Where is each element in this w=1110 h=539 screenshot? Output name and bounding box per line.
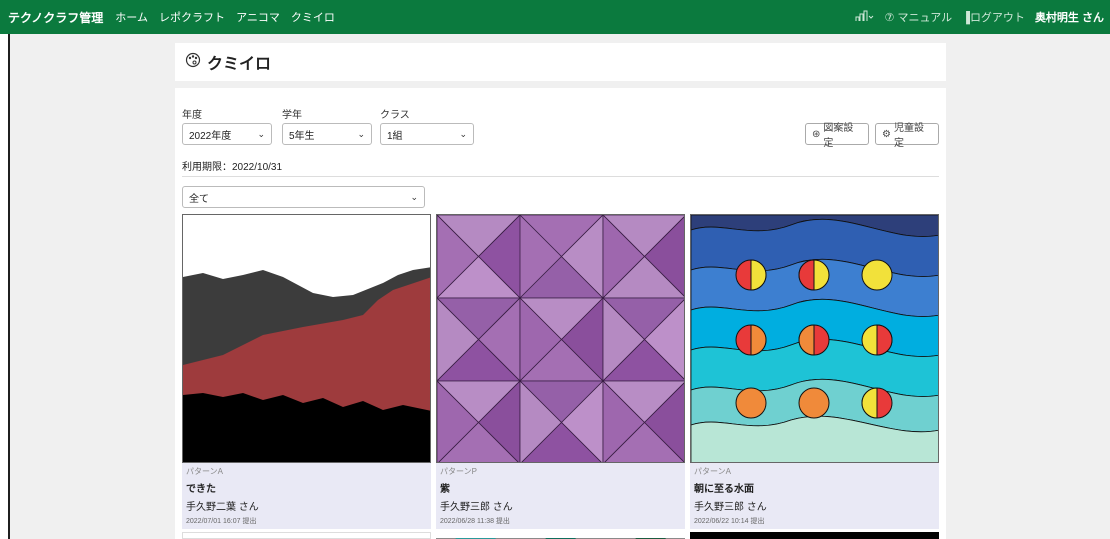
pattern-name: パターンP [440, 467, 477, 476]
work-card-next[interactable] [690, 532, 939, 539]
divider [182, 176, 939, 177]
work-meta: パターンA 朝に至る水面 手久野三郎 さん 2022/06/22 10:14 提… [690, 463, 939, 529]
submit-date: 2022/06/28 11:38 提出 [440, 518, 510, 525]
palette-icon [185, 52, 201, 73]
class-label: クラス [380, 110, 410, 121]
work-author: 手久野二葉 さん [186, 502, 259, 513]
nav-repocraft[interactable]: レポクラフト [159, 12, 225, 24]
gear-icon: ⚙ [882, 128, 891, 140]
work-card[interactable]: パターンA 朝に至る水面 手久野三郎 さん 2022/06/22 10:14 提… [690, 214, 939, 529]
top-navbar: テクノクラフ管理 ホーム レポクラフト アニコマ クミイロ ⑦ マニュアル ▐ロ… [0, 0, 1110, 34]
grade-select[interactable]: 5年生 ⌄ [282, 123, 372, 145]
submit-date: 2022/07/01 16:07 提出 [186, 518, 257, 525]
work-image[interactable] [182, 214, 431, 463]
logout-icon: ▐ [962, 12, 970, 24]
header-right: ⑦ マニュアル ▐ログアウト 奥村明生 さん [855, 0, 1104, 34]
work-card[interactable]: パターンA できた 手久野二葉 さん 2022/07/01 16:07 提出 [182, 214, 431, 529]
filter-select[interactable]: 全て ⌄ [182, 186, 425, 208]
year-select[interactable]: 2022年度 ⌄ [182, 123, 272, 145]
nav-anikoma[interactable]: アニコマ [236, 12, 280, 24]
work-meta: パターンP 紫 手久野三郎 さん 2022/06/28 11:38 提出 [436, 463, 685, 529]
page-title: クミイロ [207, 56, 272, 73]
work-author: 手久野三郎 さん [694, 502, 767, 513]
help-icon: ⑦ [884, 12, 895, 24]
work-card-next[interactable] [436, 532, 685, 539]
submit-date: 2022/06/22 10:14 提出 [694, 518, 765, 525]
work-image[interactable] [436, 214, 685, 463]
student-settings-button[interactable]: ⚙ 児童設定 [875, 123, 939, 149]
pattern-name: パターンA [186, 467, 223, 476]
pattern-name: パターンA [694, 467, 731, 476]
work-title: できた [186, 484, 216, 495]
work-card[interactable]: パターンP 紫 手久野三郎 さん 2022/06/28 11:38 提出 [436, 214, 685, 529]
grade-label: 学年 [282, 110, 302, 121]
work-image[interactable] [690, 214, 939, 463]
chevron-down-icon: ⌄ [357, 128, 365, 139]
palette-icon: ⊛ [812, 128, 821, 140]
work-title: 朝に至る水面 [694, 484, 754, 495]
work-author: 手久野三郎 さん [440, 502, 513, 513]
pattern-settings-button[interactable]: ⊛ 図案設定 [805, 123, 869, 149]
gallery-panel: 年度 学年 クラス 2022年度 ⌄ 5年生 ⌄ 1組 ⌄ ⊛ 図案設定 ⚙ 児童設定 利… [175, 88, 946, 539]
usage-period: 利用期限：2022/10/31 [182, 162, 283, 173]
nav-kumiiro[interactable]: クミイロ [291, 12, 335, 24]
manual-link[interactable]: ⑦ マニュアル [885, 9, 953, 25]
chevron-down-icon: ⌄ [410, 191, 418, 202]
year-label: 年度 [182, 110, 202, 121]
logout-link[interactable]: ▐ログアウト [962, 9, 1025, 25]
work-meta: パターンA できた 手久野二葉 さん 2022/07/01 16:07 提出 [182, 463, 431, 529]
main-content: クミイロ 年度 学年 クラス 2022年度 ⌄ 5年生 ⌄ 1組 ⌄ ⊛ 図案設定 ⚙ 児… [10, 34, 1110, 539]
work-title: 紫 [440, 484, 450, 495]
chevron-down-icon: ⌄ [459, 128, 467, 139]
class-select[interactable]: 1組 ⌄ [380, 123, 474, 145]
main-nav: ホーム レポクラフト アニコマ クミイロ [115, 9, 343, 25]
brand-title[interactable]: テクノクラフ管理 [8, 9, 103, 26]
nav-home[interactable]: ホーム [115, 12, 148, 24]
user-name[interactable]: 奥村明生 さん [1035, 9, 1104, 25]
tool-menu-icon[interactable] [855, 10, 875, 25]
page-title-card: クミイロ [175, 43, 946, 81]
work-card-next[interactable] [182, 532, 431, 539]
chevron-down-icon: ⌄ [257, 128, 265, 139]
